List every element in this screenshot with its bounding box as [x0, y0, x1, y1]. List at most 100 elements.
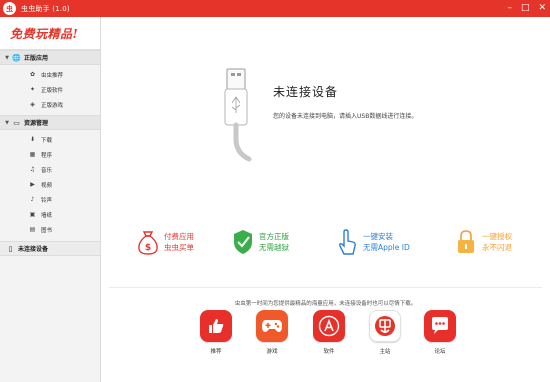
window-controls: – □ ✕ [507, 0, 546, 17]
slogan: 免费玩精品! [0, 17, 100, 50]
bug-icon: ✿ [29, 71, 36, 78]
sidebar-item-recommend[interactable]: ✿ 虫虫推荐 [0, 67, 100, 82]
shortcut-box [313, 310, 345, 342]
phone-icon: ▯ [8, 244, 13, 253]
svg-text:$: $ [145, 243, 151, 253]
sidebar-item-ringtone[interactable]: ♪ 铃声 [0, 192, 100, 207]
thumbs-up-icon [209, 319, 224, 333]
sidebar-item-video[interactable]: ▶ 视频 [0, 177, 100, 192]
gamepad-icon: ◈ [30, 101, 35, 108]
sidebar-item-programs[interactable]: ▦ 程序 [0, 147, 100, 162]
section-label: 正版应用 [24, 55, 49, 62]
shortcut-box [200, 310, 232, 342]
shortcut-label: 论坛 [434, 349, 446, 355]
shortcut-box [256, 310, 288, 342]
money-bag-icon: $ [138, 231, 158, 255]
main-panel: 未连接设备 您的设备未连接到电脑，请插入USB数据线进行连接。 $ 付费应用 虫… [101, 17, 550, 382]
close-button[interactable]: ✕ [538, 4, 546, 13]
feature-one-click-install[interactable]: 一键安装 无需Apple ID [335, 222, 410, 262]
shield-icon [234, 230, 252, 254]
gamepad-icon [262, 320, 282, 332]
intro-text: 虫虫第一时间为您提供最精品的海量应用，未连接设备时也可以尽情下载。 [234, 301, 417, 307]
image-icon: ▣ [29, 211, 36, 218]
sidebar-item-label: 虫虫推荐 [41, 72, 64, 79]
feature-line2: 永不闪退 [482, 243, 512, 252]
apps-icon: ▦ [29, 151, 36, 158]
shortcut-games[interactable]: 游戏 [256, 310, 290, 355]
feature-text: 付费应用 虫虫买单 [164, 231, 194, 253]
feature-line2: 无需Apple ID [363, 243, 410, 252]
app-store-icon [318, 315, 340, 337]
shortcut-recommend[interactable]: 推荐 [200, 310, 234, 355]
book-icon: ▤ [29, 226, 36, 233]
app-logo-text: 虫 [6, 4, 13, 13]
feature-text: 官方正版 无需越狱 [259, 231, 289, 253]
globe-icon: 🌐 [12, 53, 21, 62]
sidebar-item-label: 视频 [41, 182, 53, 189]
feature-one-click-auth[interactable]: 一键授权 永不闪退 [454, 222, 512, 262]
sidebar-item-games[interactable]: ◈ 正版游戏 [0, 97, 100, 112]
headphones-icon: ♫ [29, 166, 36, 173]
status-description: 您的设备未连接到电脑，请插入USB数据线进行连接。 [273, 113, 418, 120]
minimize-button[interactable]: – [507, 4, 512, 13]
feature-text: 一键授权 永不闪退 [482, 231, 512, 253]
sidebar-item-label: 下载 [41, 137, 53, 144]
status-title: 未连接设备 [273, 85, 339, 99]
feature-paid-apps[interactable]: $ 付费应用 虫虫买单 [136, 222, 194, 262]
feature-line2: 无需越狱 [259, 243, 289, 252]
sidebar-item-label: 程序 [41, 152, 53, 159]
monitor-icon: ▭ [13, 118, 20, 127]
shortcut-icons: 推荐 游戏 软件 主站 论坛 [101, 310, 550, 375]
download-icon: ⬇ [29, 136, 36, 143]
shortcut-box [424, 310, 456, 342]
sidebar-item-label: 音乐 [41, 167, 53, 174]
video-icon: ▶ [30, 181, 35, 188]
sidebar-item-label: 图书 [41, 227, 53, 234]
shortcut-label: 推荐 [210, 349, 222, 355]
sidebar-item-download[interactable]: ⬇ 下载 [0, 132, 100, 147]
lock-icon [458, 230, 474, 253]
device-label: 未连接设备 [18, 246, 49, 253]
sidebar: 免费玩精品! ▼ 🌐 正版应用 ✿ 虫虫推荐 ✦ 正版软件 ◈ 正版游戏 ▼ ▭… [0, 17, 101, 382]
sidebar-item-label: 正版游戏 [41, 102, 64, 109]
sidebar-item-books[interactable]: ▤ 图书 [0, 222, 100, 237]
shortcut-label: 软件 [323, 349, 335, 355]
sidebar-item-device[interactable]: ▯ 未连接设备 [0, 241, 100, 256]
sidebar-item-music[interactable]: ♫ 音乐 [0, 162, 100, 177]
shortcut-software[interactable]: 软件 [313, 310, 347, 355]
shortcut-box [369, 310, 401, 342]
feature-official[interactable]: 官方正版 无需越狱 [231, 222, 289, 262]
shortcut-label: 主站 [379, 349, 391, 355]
collapse-arrow-icon: ▼ [5, 54, 9, 61]
feature-line1: 付费应用 [164, 232, 194, 241]
sidebar-item-software[interactable]: ✦ 正版软件 [0, 82, 100, 97]
sidebar-item-label: 铃声 [41, 197, 53, 204]
sidebar-item-wallpaper[interactable]: ▣ 墙纸 [0, 207, 100, 222]
sidebar-item-label: 正版软件 [41, 87, 64, 94]
feature-line2: 虫虫买单 [164, 243, 194, 252]
hand-pointer-icon [339, 229, 356, 255]
nav-list-official-apps: ✿ 虫虫推荐 ✦ 正版软件 ◈ 正版游戏 [0, 65, 100, 115]
shortcut-forum[interactable]: 论坛 [424, 310, 458, 355]
feature-text: 一键安装 无需Apple ID [363, 231, 410, 253]
shortcut-label: 游戏 [266, 349, 278, 355]
app-logo-icon: 虫 [3, 2, 16, 15]
sidebar-item-label: 墙纸 [41, 212, 53, 219]
collapse-arrow-icon: ▼ [5, 119, 9, 126]
features-row: $ 付费应用 虫虫买单 官方正版 无需越狱 一键安装 无需Apple ID 一键… [101, 222, 550, 262]
star-icon: ✦ [29, 86, 36, 93]
title-bar: 虫 虫虫助手 (1.0) – □ ✕ [0, 0, 550, 17]
maximize-button[interactable]: □ [521, 4, 530, 13]
bell-icon: ♪ [30, 196, 35, 203]
window-title: 虫虫助手 (1.0) [21, 4, 70, 13]
section-header-official-apps[interactable]: ▼ 🌐 正版应用 [0, 50, 100, 65]
section-header-resource-management[interactable]: ▼ ▭ 资源管理 [0, 115, 100, 130]
usb-cable-icon [224, 68, 252, 162]
nav-list-resources: ⬇ 下载 ▦ 程序 ♫ 音乐 ▶ 视频 ♪ 铃声 ▣ 墙纸 ▤ 图书 [0, 130, 100, 240]
divider [109, 287, 542, 288]
shortcut-main-site[interactable]: 主站 [369, 310, 403, 355]
feature-line1: 官方正版 [259, 232, 289, 241]
chat-icon [432, 317, 448, 334]
feature-line1: 一键授权 [482, 232, 512, 241]
section-label: 资源管理 [24, 120, 49, 127]
